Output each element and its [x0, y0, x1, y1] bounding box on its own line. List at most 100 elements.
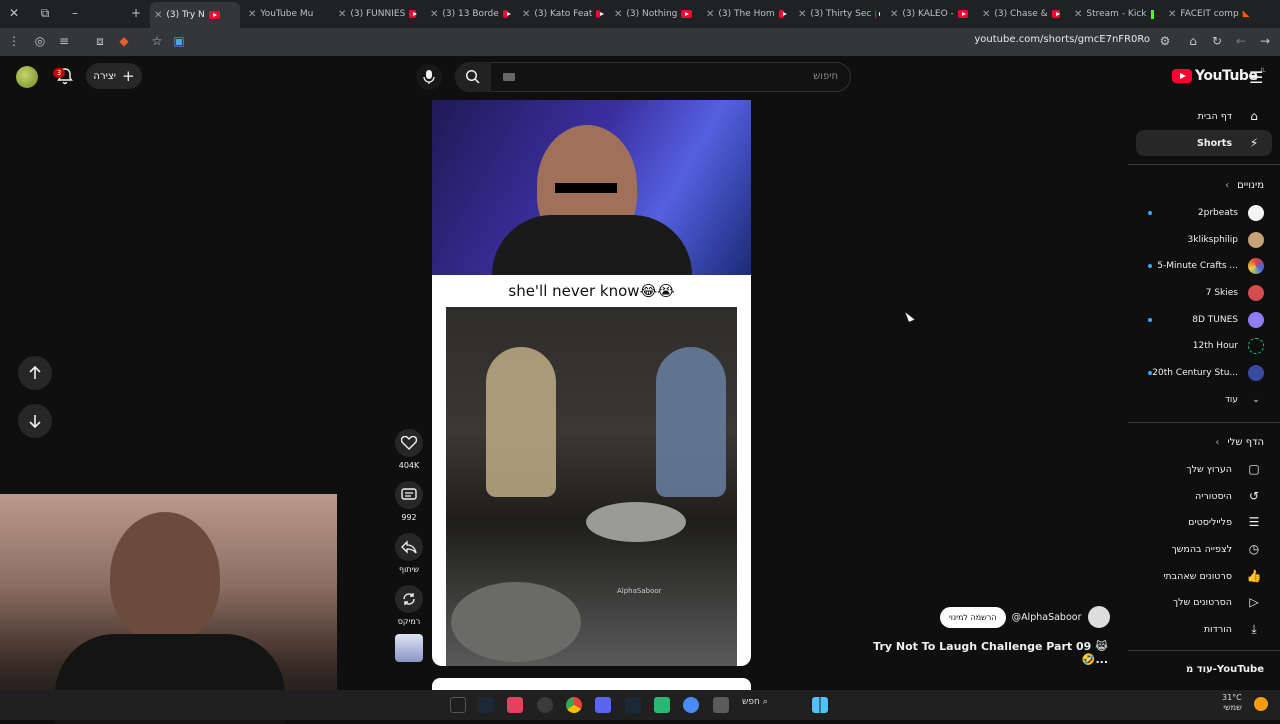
browser-taskbar-icon[interactable]: [683, 697, 699, 713]
you-section-header[interactable]: ‹ הדף שלי: [1136, 437, 1272, 448]
calculator-taskbar-icon[interactable]: [713, 697, 729, 713]
subscription-item[interactable]: 12th Hour: [1140, 334, 1272, 358]
channel-name[interactable]: @AlphaSaboor: [1012, 612, 1082, 623]
subscriptions-header[interactable]: ‹ מינויים: [1136, 180, 1272, 191]
subscription-item[interactable]: 8D TUNES: [1140, 308, 1272, 332]
address-bar-url[interactable]: youtube.com/shorts/gmcE7nFR0Ro: [974, 34, 1150, 45]
shorts-video-player[interactable]: she'll never know😂😭 AlphaSaboor: [432, 100, 751, 666]
sound-thumbnail[interactable]: [395, 634, 423, 662]
reload-icon[interactable]: ↻: [1209, 34, 1225, 48]
close-tab-icon[interactable]: ✕: [890, 9, 898, 20]
show-more-button[interactable]: עוד ⌄: [1140, 388, 1272, 412]
close-tab-icon[interactable]: ✕: [248, 9, 256, 20]
close-tab-icon[interactable]: ✕: [798, 9, 806, 20]
create-button[interactable]: יצירה +: [86, 63, 142, 89]
search-button[interactable]: [455, 62, 491, 92]
sidebar-item-history[interactable]: היסטוריה ↺: [1136, 483, 1272, 509]
close-tab-icon[interactable]: ✕: [982, 9, 990, 20]
subscription-item[interactable]: 5-Minute Crafts ...: [1140, 254, 1272, 278]
restore-window-icon[interactable]: ⧉: [37, 6, 53, 21]
sidebar-item-shorts[interactable]: Shorts ⚡: [1136, 130, 1272, 156]
remix-button[interactable]: רמיקס: [395, 585, 423, 626]
remix-icon[interactable]: [395, 585, 423, 613]
subscription-item[interactable]: 2prbeats: [1140, 201, 1272, 225]
subscription-item[interactable]: 20th Century Stu...: [1140, 361, 1272, 385]
tab-9[interactable]: ✕ (3) Chase &: [978, 4, 1064, 24]
next-short-button[interactable]: [18, 404, 52, 438]
close-tab-icon[interactable]: ✕: [1074, 9, 1082, 20]
windows-start-icon[interactable]: [812, 697, 828, 713]
tab-10[interactable]: ✕ Stream - Kick: [1070, 4, 1158, 24]
weather-widget[interactable]: 31°C שמשי: [1222, 693, 1242, 713]
subscribe-button[interactable]: הרשמה למינוי: [940, 606, 1006, 628]
close-tab-icon[interactable]: ✕: [706, 9, 714, 20]
search-box[interactable]: חיפוש: [455, 62, 851, 92]
search-input[interactable]: חיפוש: [813, 71, 838, 82]
tiktok-taskbar-icon[interactable]: [507, 697, 523, 713]
taskbar-app-icon[interactable]: [450, 697, 466, 713]
back-icon[interactable]: →: [1257, 34, 1273, 48]
live-app-taskbar-icon[interactable]: [654, 697, 670, 713]
next-short-preview[interactable]: [432, 678, 751, 690]
tab-8[interactable]: ✕ (3) KALEO -: [886, 4, 972, 24]
close-tab-icon[interactable]: ✕: [430, 9, 438, 20]
subscription-item[interactable]: 3kliksphilip: [1140, 228, 1272, 252]
sidebar-item-watch-later[interactable]: לצפייה בהמשך ◷: [1136, 536, 1272, 562]
tab-11[interactable]: ✕ FACEIT comp ◣: [1164, 4, 1254, 24]
sidebar-item-downloads[interactable]: הורדות ⤓: [1136, 616, 1272, 642]
forward-icon[interactable]: ←: [1233, 34, 1249, 48]
extension-icon[interactable]: ◎: [32, 34, 48, 48]
tab-5[interactable]: ✕ (3) Nothing: [610, 4, 696, 24]
sidebar-item-playlists[interactable]: פלייליסטים ☰: [1136, 509, 1272, 535]
close-tab-icon[interactable]: ✕: [522, 9, 530, 20]
short-title[interactable]: Try Not To Laugh Challenge Part 09 😹🤣...: [850, 640, 1108, 666]
comments-button[interactable]: 992: [395, 481, 423, 522]
sidebar-divider: [1128, 650, 1280, 651]
sidebar-item-your-videos[interactable]: הסרטונים שלך ▷: [1136, 589, 1272, 615]
minimize-window-icon[interactable]: –: [67, 6, 83, 20]
taskbar-search[interactable]: חפש ⌕: [742, 697, 768, 707]
bookmark-star-icon[interactable]: ☆: [149, 34, 165, 48]
close-tab-icon[interactable]: ✕: [614, 9, 622, 20]
tab-4[interactable]: ✕ (3) Kato Feat: [518, 4, 604, 24]
tab-2[interactable]: ✕ (3) FUNNIES: [334, 4, 420, 24]
sidebar-item-your-channel[interactable]: הערוץ שלך ▢: [1136, 456, 1272, 482]
steam-taskbar-icon[interactable]: [478, 697, 494, 713]
home-icon: ⌂: [1250, 109, 1258, 123]
subscription-item[interactable]: 7 Skies: [1140, 281, 1272, 305]
menu-dots-icon[interactable]: ⋮: [6, 34, 22, 48]
close-window-icon[interactable]: ✕: [6, 6, 22, 20]
hamburger-menu-icon[interactable]: ☰: [1249, 68, 1263, 87]
obs-taskbar-icon[interactable]: [537, 697, 553, 713]
share-button[interactable]: שיתוף: [395, 533, 423, 574]
steam-client-taskbar-icon[interactable]: [625, 697, 641, 713]
close-tab-icon[interactable]: ✕: [1168, 9, 1176, 20]
screenshot-icon[interactable]: ▣: [171, 34, 187, 48]
new-tab-icon[interactable]: +: [128, 6, 144, 20]
extensions-puzzle-icon[interactable]: ⧈: [92, 34, 108, 49]
channel-avatar[interactable]: [1087, 606, 1110, 628]
share-icon[interactable]: [395, 533, 423, 561]
site-settings-icon[interactable]: ⚙: [1157, 34, 1173, 48]
tab-0[interactable]: ✕ (3) Try N: [150, 2, 240, 28]
tab-6[interactable]: ✕ (3) The Hom: [702, 4, 788, 24]
home-browser-icon[interactable]: ⌂: [1185, 34, 1201, 48]
keyboard-icon[interactable]: [503, 73, 515, 81]
chrome-taskbar-icon[interactable]: [566, 697, 582, 713]
sidebar-item-liked-videos[interactable]: סרטונים שאהבתי 👍: [1136, 563, 1272, 589]
brave-shield-icon[interactable]: ◆: [116, 34, 132, 48]
tab-3[interactable]: ✕ (3) 13 Borde: [426, 4, 512, 24]
previous-short-button[interactable]: [18, 356, 52, 390]
discord-taskbar-icon[interactable]: [595, 697, 611, 713]
comment-icon[interactable]: [395, 481, 423, 509]
close-tab-icon[interactable]: ✕: [338, 9, 346, 20]
tab-1[interactable]: ✕ YouTube Mu: [244, 4, 328, 24]
tab-7[interactable]: ✕ (3) Thirty Sec: [794, 4, 880, 24]
close-tab-icon[interactable]: ✕: [154, 10, 162, 21]
sidebar-item-home[interactable]: דף הבית ⌂: [1136, 103, 1272, 129]
filter-icon[interactable]: ≡: [56, 34, 72, 48]
voice-search-mic-icon[interactable]: [416, 64, 442, 90]
account-avatar[interactable]: [16, 66, 38, 88]
like-heart-icon[interactable]: [395, 429, 423, 457]
like-button[interactable]: 404K: [395, 429, 423, 470]
